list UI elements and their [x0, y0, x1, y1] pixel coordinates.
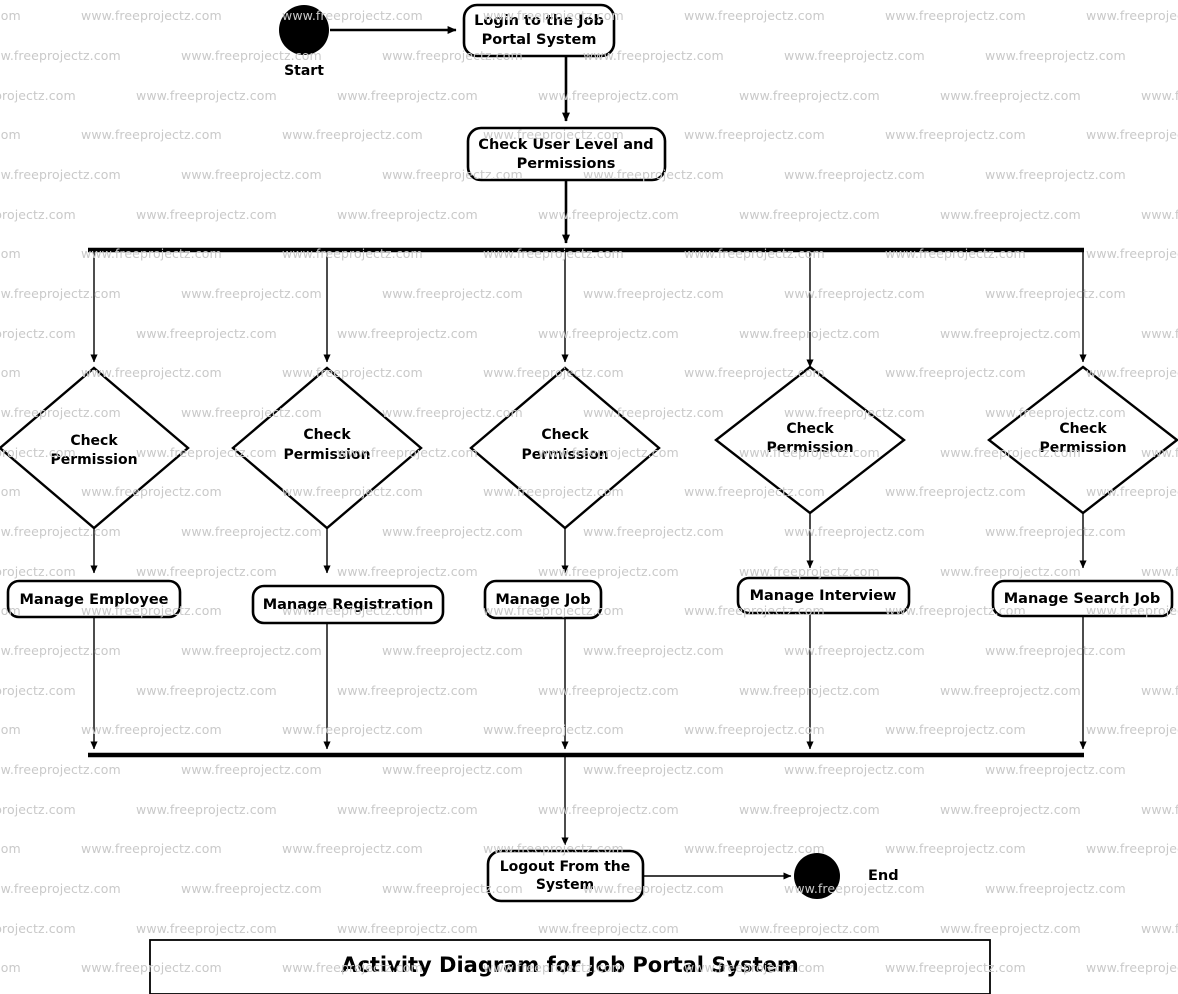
decision-check-permission-3[interactable]: Check Permission [469, 366, 661, 530]
action-manage-interview-label: Manage Interview [750, 588, 897, 604]
action-check-user-level-box[interactable] [466, 126, 667, 182]
action-logout[interactable]: Logout From the System [486, 849, 645, 903]
action-manage-registration-label: Manage Registration [263, 597, 434, 613]
decision-check-permission-2-label-line2: Permission [283, 447, 370, 463]
decision-check-permission-2[interactable]: Check Permission [231, 366, 423, 530]
action-logout-label-line1: Logout From the [500, 859, 631, 875]
action-manage-search-job[interactable]: Manage Search Job [991, 579, 1174, 618]
decision-check-permission-3-label-line1: Check [541, 427, 589, 443]
action-check-user-level[interactable]: Check User Level and Permissions [466, 126, 667, 182]
decision-check-permission-5[interactable]: Check Permission [987, 365, 1178, 515]
action-manage-interview[interactable]: Manage Interview [736, 576, 911, 615]
decision-check-permission-2-label-line1: Check [303, 427, 351, 443]
decision-check-permission-1-label-line1: Check [70, 433, 118, 449]
activity-diagram-canvas: Start Login to the Job Portal System Che… [0, 0, 1178, 994]
diagram-title-label: Activity Diagram for Job Portal System [341, 953, 799, 977]
action-login[interactable]: Login to the Job Portal System [462, 3, 616, 58]
decision-check-permission-4-label-line2: Permission [766, 440, 853, 456]
action-login-label-line1: Login to the Job [474, 13, 604, 29]
end-node-circle [794, 853, 840, 899]
action-login-label-line2: Portal System [482, 32, 597, 48]
start-node-label: Start [284, 63, 324, 79]
action-manage-search-job-label: Manage Search Job [1004, 591, 1161, 607]
decision-check-permission-4[interactable]: Check Permission [714, 365, 906, 515]
action-manage-registration[interactable]: Manage Registration [251, 584, 445, 625]
action-logout-label-line2: System [536, 877, 594, 893]
decision-check-permission-1[interactable]: Check Permission [0, 366, 190, 530]
decision-check-permission-4-label-line1: Check [786, 421, 834, 437]
action-manage-job-label: Manage Job [495, 592, 590, 608]
action-manage-employee-label: Manage Employee [19, 592, 168, 608]
decision-check-permission-1-label-line2: Permission [50, 452, 137, 468]
action-manage-job[interactable]: Manage Job [483, 579, 603, 620]
decision-check-permission-5-label-line2: Permission [1039, 440, 1126, 456]
action-manage-employee[interactable]: Manage Employee [6, 579, 182, 619]
end-node: End [794, 853, 899, 899]
activity-diagram-svg: Start Login to the Job Portal System Che… [0, 3, 1178, 994]
action-check-user-level-label-line2: Permissions [517, 156, 616, 172]
action-check-user-level-label-line1: Check User Level and [478, 137, 653, 153]
decision-check-permission-5-label-line1: Check [1059, 421, 1107, 437]
decision-check-permission-3-label-line2: Permission [521, 447, 608, 463]
start-node: Start [279, 5, 329, 79]
end-node-label: End [868, 868, 899, 884]
diagram-title-frame: Activity Diagram for Job Portal System [149, 939, 991, 994]
start-node-circle [279, 5, 329, 55]
